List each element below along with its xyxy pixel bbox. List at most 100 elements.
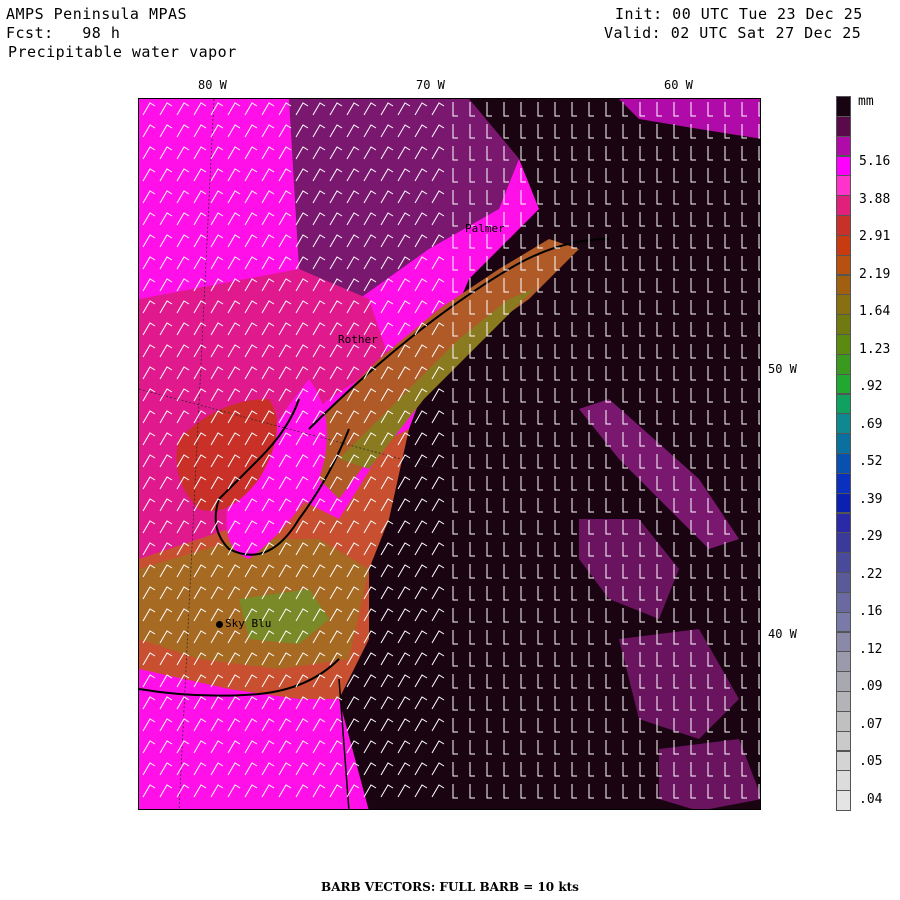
wind-barb [741,168,747,183]
wind-barb [724,234,730,249]
wind-barb [193,652,207,666]
wind-barb [278,278,292,292]
wind-barb [690,366,696,381]
wind-barb [690,168,696,183]
wind-barb [520,586,526,601]
wind-barb [244,784,258,798]
wind-barb [758,432,760,447]
wind-barb [639,432,645,447]
wind-barb [469,102,475,117]
wind-barb [605,608,611,623]
wind-barb [210,124,224,138]
wind-barb [244,256,258,270]
wind-barb [605,432,611,447]
wind-barb [741,278,747,293]
wind-barb [707,586,713,601]
wind-barb [656,102,662,117]
wind-barb [758,718,760,733]
wind-barb [176,256,190,270]
wind-barb [690,300,696,315]
wind-barb [486,432,492,447]
wind-barb [142,366,156,380]
wind-barb [758,146,760,161]
wind-barb [758,344,760,359]
wind-barb [622,454,628,469]
wind-barb [261,190,275,204]
wind-barb [414,388,428,402]
wind-barb [571,102,577,117]
wind-barb [639,652,645,667]
wind-barb [380,630,394,644]
wind-barb [741,146,747,161]
wind-barb [690,146,696,161]
wind-barb [452,718,458,733]
wind-barb [278,498,292,512]
wind-barb [193,630,207,644]
wind-barb [397,366,411,380]
wind-barb [673,630,679,645]
wind-barb [227,718,241,732]
wind-barb [503,146,509,161]
wind-barb [520,278,526,293]
wind-barb [159,410,173,424]
wind-barb [397,542,411,556]
wind-barb [707,608,713,623]
lon-tick-70w: 70 W [416,78,445,92]
wind-barb [571,564,577,579]
wind-barb [244,124,258,138]
wind-barb [397,344,411,358]
wind-barb [605,146,611,161]
wind-barb [159,608,173,622]
wind-barb [469,322,475,337]
wind-barb [142,256,156,270]
wind-barb [537,454,543,469]
wind-barb [537,718,543,733]
wind-barb [142,102,156,116]
wind-barb [724,476,730,491]
wind-barb [193,278,207,292]
wind-barb [588,146,594,161]
wind-barb [312,762,326,776]
wind-barb [724,674,730,689]
wind-barb [159,674,173,688]
wind-barb [537,674,543,689]
legend-label: 2.19 [859,266,891,282]
lon-tick-40w: 40 W [768,627,797,641]
wind-barb [363,784,377,798]
wind-barb [724,168,730,183]
wind-barb [741,454,747,469]
wind-barb [142,586,156,600]
wind-barb [656,124,662,139]
wind-barb [656,740,662,755]
wind-barb [673,696,679,711]
wind-barb [431,388,445,402]
wind-barb [210,740,224,754]
wind-barb [397,520,411,534]
wind-barb [639,146,645,161]
wind-barb [397,102,411,116]
map-panel[interactable] [138,98,761,810]
wind-barb [159,454,173,468]
wind-barb [397,212,411,226]
wind-barb [380,300,394,314]
wind-barb [414,542,428,556]
wind-barb [622,520,628,535]
wind-barb [707,124,713,139]
wind-barb [673,784,679,799]
wind-barb [431,432,445,446]
wind-barb [363,146,377,160]
wind-barb [656,146,662,161]
wind-barb [295,454,309,468]
wind-barb [520,410,526,425]
wind-barb [159,652,173,666]
wind-barb [622,300,628,315]
wind-barb [431,564,445,578]
wind-barb [503,498,509,513]
wind-barb [469,190,475,205]
wind-barb [571,278,577,293]
wind-barb [414,520,428,534]
wind-barb [329,256,343,270]
wind-barb [193,696,207,710]
wind-barb [329,762,343,776]
wind-barb [210,388,224,402]
